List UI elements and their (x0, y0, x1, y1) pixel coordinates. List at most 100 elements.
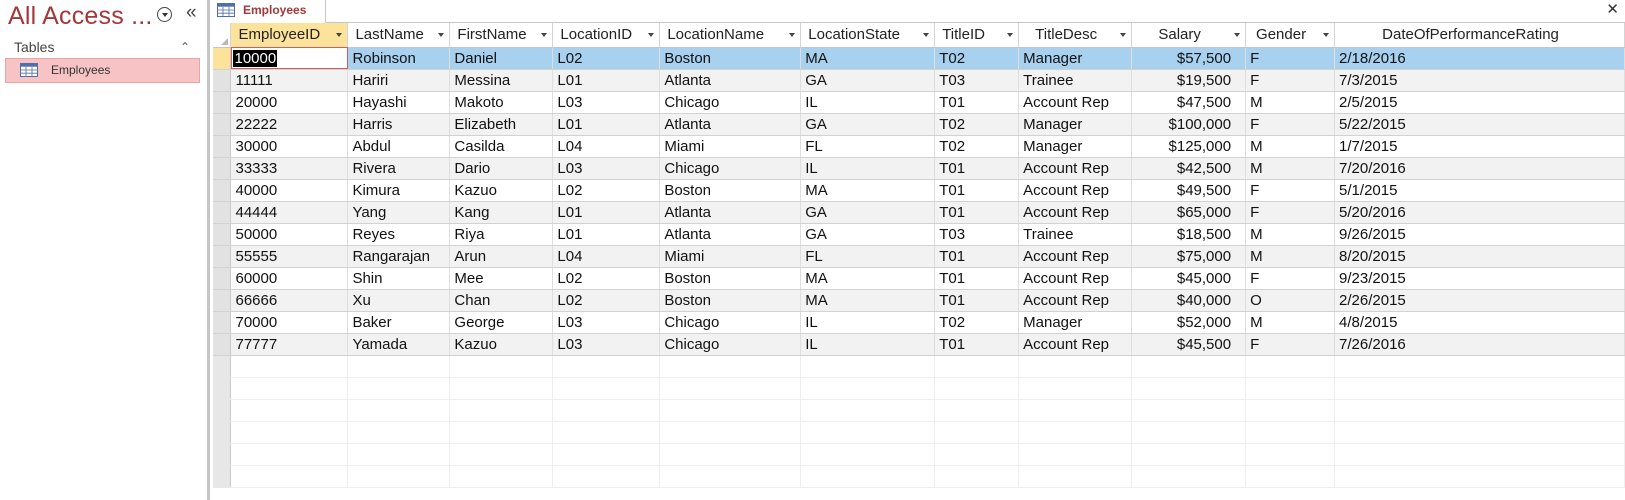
record-selector[interactable] (213, 267, 232, 290)
cell-gender[interactable]: F (1245, 47, 1336, 70)
cell-date-of-performance-rating[interactable]: 5/1/2015 (1334, 179, 1625, 202)
cell-location-state[interactable]: GA (800, 201, 936, 224)
cell-location-id[interactable]: L01 (552, 113, 661, 136)
cell-location-name[interactable]: Atlanta (659, 223, 802, 246)
table-row[interactable]: 50000 Reyes Riya L01 Atlanta GA T03 Trainee $18,… (213, 223, 1625, 246)
cell-gender[interactable]: F (1245, 69, 1336, 92)
cell-location-name[interactable]: Boston (659, 289, 802, 312)
cell-first-name[interactable]: Mee (449, 267, 554, 290)
cell-date-of-performance-rating[interactable]: 4/8/2015 (1334, 311, 1625, 334)
cell-date-of-performance-rating[interactable]: 9/26/2015 (1334, 223, 1625, 246)
table-row[interactable]: 44444 Yang Kang L01 Atlanta GA T01 Account Rep $… (213, 201, 1625, 224)
cell-location-id[interactable]: L02 (552, 267, 661, 290)
cell-location-state[interactable]: GA (800, 223, 936, 246)
table-row[interactable]: 55555 Rangarajan Arun L04 Miami FL T01 Account … (213, 245, 1625, 268)
cell-location-name[interactable]: Boston (659, 179, 802, 202)
cell-title-desc[interactable]: Account Rep (1018, 245, 1133, 268)
cell-location-id[interactable]: L02 (552, 47, 661, 70)
cell-last-name[interactable]: Kimura (347, 179, 451, 202)
cell-employee-id[interactable]: 30000 (230, 135, 349, 158)
cell-first-name[interactable]: Riya (449, 223, 554, 246)
cell-employee-id[interactable]: 55555 (230, 245, 349, 268)
column-header-date-of-performance-rating[interactable]: DateOfPerformanceRating (1334, 23, 1625, 48)
cell-employee-id[interactable]: 70000 (230, 311, 349, 334)
table-row[interactable]: 30000 Abdul Casilda L04 Miami FL T02 Manager $12… (213, 135, 1625, 158)
cell-title-id[interactable]: T01 (934, 179, 1020, 202)
cell-title-desc[interactable]: Account Rep (1018, 267, 1133, 290)
record-selector[interactable] (213, 135, 232, 158)
cell-gender[interactable]: M (1245, 91, 1336, 114)
cell-location-name[interactable]: Boston (659, 267, 802, 290)
cell-salary[interactable]: $100,000 (1131, 113, 1247, 136)
cell-date-of-performance-rating[interactable]: 9/23/2015 (1334, 267, 1625, 290)
cell-gender[interactable]: F (1245, 113, 1336, 136)
cell-title-desc[interactable]: Account Rep (1018, 157, 1133, 180)
column-header-employee-id[interactable]: EmployeeID (230, 23, 349, 48)
cell-location-name[interactable]: Boston (659, 47, 802, 70)
column-header-location-id[interactable]: LocationID (552, 23, 661, 48)
cell-salary[interactable]: $52,000 (1131, 311, 1247, 334)
cell-gender[interactable]: M (1245, 135, 1336, 158)
cell-title-desc[interactable]: Trainee (1018, 223, 1133, 246)
cell-title-id[interactable]: T02 (934, 135, 1020, 158)
cell-title-desc[interactable]: Trainee (1018, 69, 1133, 92)
cell-location-name[interactable]: Miami (659, 245, 802, 268)
cell-title-id[interactable]: T01 (934, 267, 1020, 290)
cell-date-of-performance-rating[interactable]: 5/20/2016 (1334, 201, 1625, 224)
table-row[interactable]: 70000 Baker George L03 Chicago IL T02 Manager $5… (213, 311, 1625, 334)
table-row[interactable]: 10000 Robinson Daniel L02 Boston MA T02 Manager… (213, 47, 1625, 70)
close-document-icon[interactable]: ✕ (1606, 0, 1619, 20)
cell-title-desc[interactable]: Account Rep (1018, 333, 1133, 356)
cell-salary[interactable]: $125,000 (1131, 135, 1247, 158)
cell-employee-id[interactable]: 33333 (230, 157, 349, 180)
cell-location-state[interactable]: FL (800, 245, 936, 268)
cell-location-id[interactable]: L04 (552, 245, 661, 268)
cell-title-id[interactable]: T01 (934, 333, 1020, 356)
column-header-last-name[interactable]: LastName (347, 23, 451, 48)
record-selector[interactable] (213, 289, 232, 312)
cell-salary[interactable]: $49,500 (1131, 179, 1247, 202)
column-header-location-state[interactable]: LocationState (800, 23, 936, 48)
cell-employee-id[interactable]: 11111 (230, 69, 349, 92)
cell-location-state[interactable]: IL (800, 91, 936, 114)
cell-location-id[interactable]: L03 (552, 157, 661, 180)
cell-salary[interactable]: $19,500 (1131, 69, 1247, 92)
cell-title-id[interactable]: T01 (934, 289, 1020, 312)
shutter-bar-collapse-icon[interactable]: « (186, 3, 197, 23)
cell-location-name[interactable]: Chicago (659, 333, 802, 356)
cell-location-id[interactable]: L01 (552, 201, 661, 224)
cell-location-id[interactable]: L01 (552, 223, 661, 246)
cell-salary[interactable]: $42,500 (1131, 157, 1247, 180)
table-row[interactable]: 33333 Rivera Dario L03 Chicago IL T01 Account R… (213, 157, 1625, 180)
cell-title-desc[interactable]: Manager (1018, 311, 1133, 334)
cell-date-of-performance-rating[interactable]: 1/7/2015 (1334, 135, 1625, 158)
cell-title-id[interactable]: T01 (934, 201, 1020, 224)
cell-first-name[interactable]: Makoto (449, 91, 554, 114)
cell-first-name[interactable]: Kazuo (449, 333, 554, 356)
table-row[interactable]: 22222 Harris Elizabeth L01 Atlanta GA T02 Manag… (213, 113, 1625, 136)
cell-salary[interactable]: $47,500 (1131, 91, 1247, 114)
cell-date-of-performance-rating[interactable]: 7/26/2016 (1334, 333, 1625, 356)
sort-filter-dropdown-icon[interactable] (923, 33, 930, 37)
cell-title-id[interactable]: T01 (934, 91, 1020, 114)
sort-filter-dropdown-icon[interactable] (1234, 33, 1241, 37)
cell-date-of-performance-rating[interactable]: 2/26/2015 (1334, 289, 1625, 312)
sort-filter-dropdown-icon[interactable] (1007, 33, 1014, 37)
cell-location-id[interactable]: L04 (552, 135, 661, 158)
cell-gender[interactable]: F (1245, 267, 1336, 290)
cell-employee-id[interactable]: 40000 (230, 179, 349, 202)
cell-salary[interactable]: $57,500 (1131, 47, 1247, 70)
cell-title-desc[interactable]: Manager (1018, 113, 1133, 136)
record-selector[interactable] (213, 201, 232, 224)
record-selector[interactable] (213, 223, 232, 246)
table-row[interactable]: 40000 Kimura Kazuo L02 Boston MA T01 Account Re… (213, 179, 1625, 202)
record-selector[interactable] (213, 69, 232, 92)
cell-salary[interactable]: $75,000 (1131, 245, 1247, 268)
cell-gender[interactable]: M (1245, 245, 1336, 268)
cell-gender[interactable]: F (1245, 201, 1336, 224)
cell-location-state[interactable]: FL (800, 135, 936, 158)
cell-date-of-performance-rating[interactable]: 7/20/2016 (1334, 157, 1625, 180)
cell-location-name[interactable]: Atlanta (659, 69, 802, 92)
cell-location-name[interactable]: Atlanta (659, 113, 802, 136)
column-header-gender[interactable]: Gender (1245, 23, 1336, 48)
